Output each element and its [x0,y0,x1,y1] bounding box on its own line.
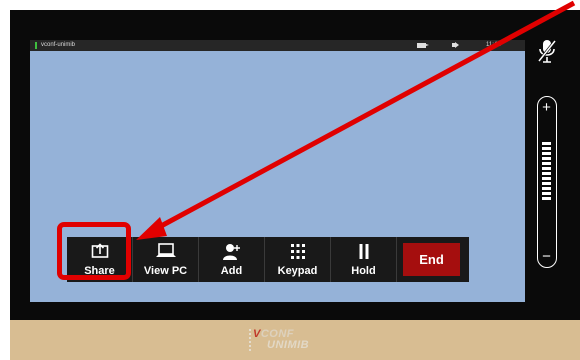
room-name: vconf-unimib [41,42,76,48]
camera-icon [417,43,429,48]
volume-tick [542,177,551,180]
volume-tick [542,152,551,155]
volume-tick [542,197,551,200]
hold-label: Hold [351,265,376,277]
keypad-icon [290,243,306,264]
view-pc-label: View PC [143,265,188,277]
volume-tick [542,147,551,150]
volume-down-button[interactable]: − [540,249,553,264]
add-button[interactable]: Add [199,237,265,282]
view-pc-button[interactable]: View PC [133,237,199,282]
share-highlight-box [57,222,131,280]
pause-icon [358,243,370,264]
clock: 11:42 [486,42,501,48]
volume-level-indicator [542,142,551,202]
hold-button[interactable]: Hold [331,237,397,282]
add-label: Add [220,265,243,277]
device-frame: vconf-unimib 11:42 Share View PC Add Key… [10,10,580,360]
logo-mark [249,329,261,351]
volume-slider[interactable]: + − [537,96,557,268]
volume-tick [542,167,551,170]
volume-tick [542,182,551,185]
status-indicator [35,42,37,49]
laptop-icon [155,243,177,262]
vconf-logo: VCONF UNIMIB [249,320,343,360]
speaker-icon [452,43,455,47]
volume-tick [542,157,551,160]
volume-up-button[interactable]: + [540,100,553,115]
end-call-button[interactable]: End [403,243,460,276]
bottom-bezel: VCONF UNIMIB [10,320,580,360]
volume-tick [542,192,551,195]
add-person-icon [221,243,243,264]
volume-tick [542,187,551,190]
mic-muted-icon[interactable] [537,38,557,73]
status-bar: vconf-unimib 11:42 [30,40,525,51]
volume-tick [542,162,551,165]
volume-tick [542,142,551,145]
volume-tick [542,172,551,175]
logo-text-2: UNIMIB [267,339,310,351]
keypad-label: Keypad [277,265,318,277]
keypad-button[interactable]: Keypad [265,237,331,282]
